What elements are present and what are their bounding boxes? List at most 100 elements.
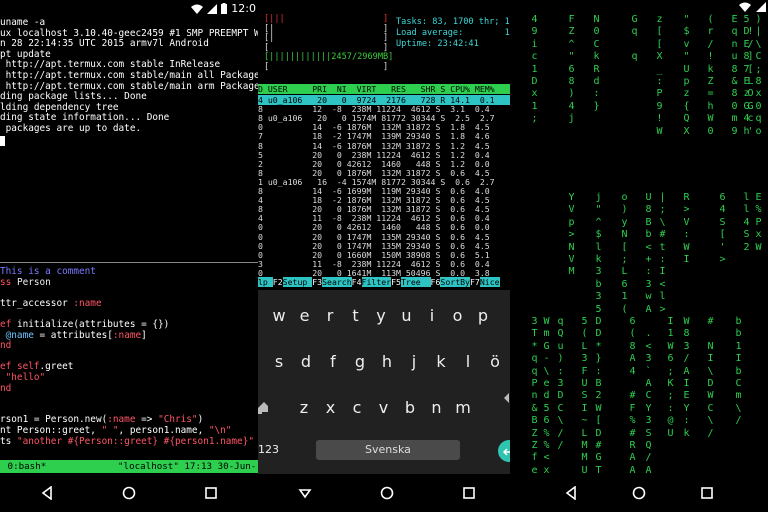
key-c[interactable]: c [345, 390, 369, 426]
code-token: .greet [39, 361, 74, 373]
shift-key[interactable] [258, 390, 268, 426]
key-u[interactable]: u [395, 298, 419, 334]
recents-icon [205, 487, 217, 499]
tmux-window-list[interactable]: 0:bash* [2, 460, 47, 473]
function-key[interactable]: F6SortBy [430, 277, 470, 288]
code-token: :name [107, 414, 136, 426]
space-bar[interactable]: Svenska [316, 440, 460, 460]
code-editor-pane[interactable]: This is a comment ss Person ttr_accessor :… [0, 265, 258, 465]
key-j[interactable]: j [402, 344, 426, 380]
key-w[interactable]: w [267, 298, 291, 334]
code-token: This is a comment [0, 266, 96, 277]
key-i[interactable]: i [420, 298, 444, 334]
matrix-column: o ) y N [ ; L 6 1 ( [621, 192, 628, 315]
key-z[interactable]: z [292, 390, 316, 426]
matrix-column: E q n u 8 & 8 0 m 9 [731, 14, 738, 137]
enter-key[interactable] [498, 440, 510, 462]
meter-bar: [| ] [264, 23, 389, 34]
key-s[interactable]: s [267, 344, 291, 380]
key-y[interactable]: y [369, 298, 393, 334]
code-token: , person1.name, [118, 425, 209, 436]
code-token: ts [0, 435, 17, 447]
function-key-label: lp [258, 277, 273, 287]
key-m[interactable]: m [451, 390, 475, 426]
recents-button-3[interactable] [698, 484, 716, 502]
code-token: ] [141, 329, 147, 341]
code-line: nd [0, 382, 12, 395]
status-bar: 12:0 [0, 0, 258, 18]
back-button-3[interactable] [562, 484, 580, 502]
recents-button-2[interactable] [460, 484, 478, 502]
battery-icon [221, 3, 228, 14]
soft-keyboard: wertyuiop sdfghjklö zxcvbnm 123 Svenska [258, 290, 510, 474]
key-d[interactable]: d [294, 344, 318, 380]
code-token: nd [0, 382, 12, 394]
home-button-3[interactable] [630, 484, 648, 502]
matrix-column: j " ^ $ l k 3 b 3 5 [595, 192, 602, 315]
matrix-column: W 8 3 / A I E Y : k [683, 316, 690, 439]
numbers-key[interactable]: 123 [258, 440, 279, 460]
home-button-2[interactable] [378, 484, 396, 502]
key-t[interactable]: t [344, 298, 368, 334]
matrix-column: R > V : W I [683, 192, 690, 266]
code-token: "another #{Person::greet} #{person1.name… [16, 435, 254, 447]
tmux-status-bar: 0:bash* "localhost" 17:13 30-Jun- [0, 460, 258, 473]
function-key[interactable]: F7Nice [469, 277, 500, 288]
meter-bar: [ ] [264, 42, 389, 53]
matrix-column: N 0 C k R d : } [593, 14, 600, 112]
matrix-column: q Q u ) : 3 D C \ / / [557, 316, 564, 452]
pane-divider[interactable] [0, 262, 258, 263]
back-icon [565, 486, 576, 500]
key-e[interactable]: e [293, 298, 317, 334]
key-r[interactable]: r [318, 298, 342, 334]
function-key[interactable]: lp [258, 277, 273, 288]
matrix-column: # N I \ D W C \ / [707, 316, 714, 439]
htop-view[interactable]: [||| ] [| ] [| ][ ] [||||||||||||2457/2969M… [258, 0, 510, 290]
function-key[interactable]: F2Setup [272, 277, 313, 288]
function-key-label: Nice [479, 277, 500, 287]
key-f[interactable]: f [321, 344, 345, 380]
key-l[interactable]: l [456, 344, 480, 380]
process-table-header[interactable]: D USER PRI NI VIRT RES SHR S CPU% MEM% [258, 84, 510, 94]
function-key[interactable]: F3Search [312, 277, 352, 288]
terminal-line: packages are up to date. [0, 123, 142, 134]
function-key-number: F3 [312, 277, 323, 287]
function-key-number: F2 [272, 277, 283, 287]
key-b[interactable]: b [398, 390, 422, 426]
code-token: => [135, 414, 159, 426]
home-button[interactable] [120, 484, 138, 502]
enter-icon [502, 448, 510, 456]
matrix-column: l l 4 S 2 [743, 192, 750, 253]
hide-keyboard-button[interactable] [296, 484, 314, 502]
code-token: " " [101, 425, 119, 436]
htop-keyboard-panel: [||| ] [| ] [| ][ ] [||||||||||||2457/2969M… [258, 0, 510, 512]
key-n[interactable]: n [425, 390, 449, 426]
key-ö[interactable]: ö [483, 344, 507, 380]
signal-icon [756, 2, 766, 12]
recents-button[interactable] [202, 484, 220, 502]
code-token: ) [197, 414, 204, 426]
code-token: :name [73, 297, 102, 309]
matrix-column: ( r / ! k Z = h W 0 [707, 14, 714, 137]
matrix-column: G q q [631, 14, 638, 63]
back-button[interactable] [38, 484, 56, 502]
terminal-output[interactable]: uname -a ux localhost 3.10.40-geec2459 #1… [0, 18, 258, 262]
key-k[interactable]: k [429, 344, 453, 380]
code-token: @name [0, 329, 34, 341]
chevron-down-icon [298, 489, 312, 499]
key-p[interactable]: p [471, 298, 495, 334]
function-key[interactable]: F4Filter [351, 277, 392, 288]
meter-bar: [| ] [264, 33, 389, 44]
matrix-column: D D * } : B 2 W [ D # G T [595, 316, 602, 476]
code-token: "hello" [0, 372, 46, 383]
key-x[interactable]: x [319, 390, 343, 426]
key-v[interactable]: v [372, 390, 396, 426]
code-token: :name [112, 329, 142, 341]
key-g[interactable]: g [348, 344, 372, 380]
code-token: = attributes[ [33, 329, 113, 341]
key-o[interactable]: o [446, 298, 470, 334]
key-h[interactable]: h [375, 344, 399, 380]
keyboard-row-2: sdfghjklö [258, 344, 510, 380]
function-key[interactable]: F5Tree [391, 277, 431, 288]
termux-tmux-panel: 12:0 uname -a ux localhost 3.10.40-geec24… [0, 0, 258, 512]
